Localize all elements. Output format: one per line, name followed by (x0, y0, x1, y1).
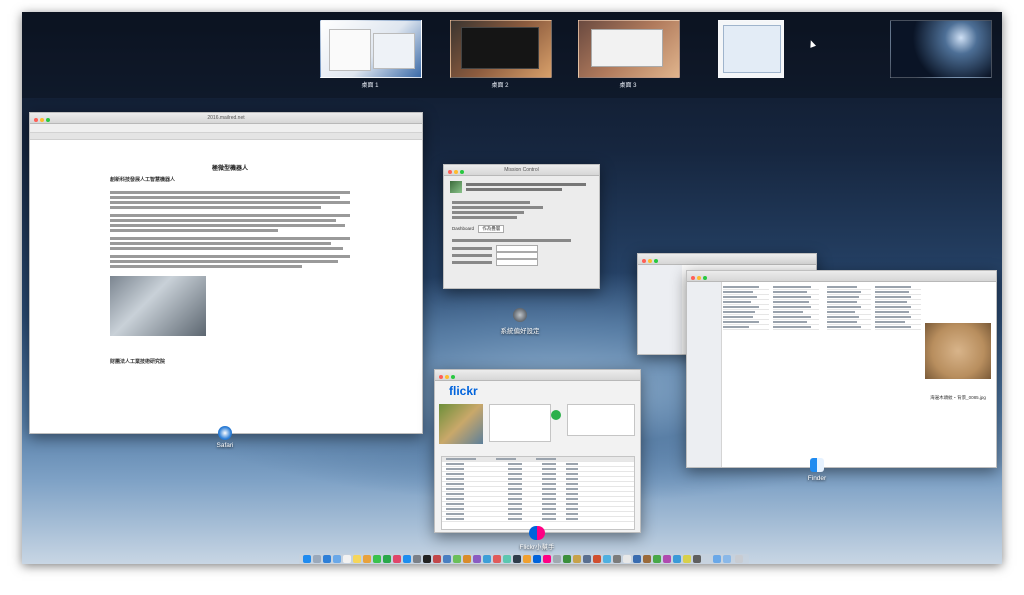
mouse-pointer-icon (807, 39, 817, 48)
dock-notes-icon[interactable] (353, 555, 361, 563)
dock-app-icon[interactable] (623, 555, 631, 563)
system-preferences-window[interactable]: Mission Control Dashboard 作為疊層 (443, 164, 600, 289)
flickr-upload-button[interactable] (551, 410, 561, 420)
dock-app-icon[interactable] (683, 555, 691, 563)
dock-app-icon[interactable] (513, 555, 521, 563)
dock-app-icon[interactable] (543, 555, 551, 563)
dock-app-icon[interactable] (603, 555, 611, 563)
dock-app-icon[interactable] (553, 555, 561, 563)
flickr-uploader-window[interactable]: flickr (434, 369, 641, 533)
dock-app-icon[interactable] (483, 555, 491, 563)
dock-app-icon[interactable] (453, 555, 461, 563)
finder-column-2 (773, 285, 819, 330)
dashboard-space-thumbnail[interactable] (890, 20, 992, 78)
space-2-label: 桌面 2 (491, 83, 509, 89)
dock-app-icon[interactable] (433, 555, 441, 563)
safari-app-icon[interactable] (218, 426, 232, 440)
finder-sidebar (687, 282, 722, 467)
space-1-label: 桌面 1 (361, 83, 379, 89)
dock-app-icon[interactable] (663, 555, 671, 563)
safari-tabbar (30, 133, 422, 140)
dock-messages-icon[interactable] (373, 555, 381, 563)
dashboard-select[interactable]: 作為疊層 (478, 225, 505, 233)
dock-app-icon[interactable] (463, 555, 471, 563)
dock-downloads-icon[interactable] (713, 555, 721, 563)
dock-app-icon[interactable] (593, 555, 601, 563)
dock-app-icon[interactable] (503, 555, 511, 563)
flickr-titlebar (435, 370, 640, 381)
article-footer: 財團法人工業技術研究院 (110, 359, 166, 365)
dock-app-icon[interactable] (533, 555, 541, 563)
dock-app-icon[interactable] (653, 555, 661, 563)
safari-window-title: 2016.mailred.net (207, 115, 245, 121)
system-preferences-app-label: 系統偏好設定 (500, 328, 540, 335)
dock-safari-icon[interactable] (323, 555, 331, 563)
dock (299, 554, 749, 564)
finder-column-1 (723, 285, 769, 330)
spaces-bar: 桌面 1 桌面 2 桌面 3 (22, 12, 1002, 98)
finder-app-label: Finder (807, 475, 827, 482)
flickr-file-table[interactable] (441, 456, 635, 530)
space-3-label: 桌面 3 (619, 83, 637, 89)
article-subheading: 創新科技發展人工智慧機器人 (110, 177, 176, 183)
dock-finder-icon[interactable] (303, 555, 311, 563)
system-preferences-app-icon[interactable] (513, 308, 527, 322)
flickr-app-icon[interactable] (529, 526, 545, 540)
dock-facetime-icon[interactable] (383, 555, 391, 563)
finder-column-3 (827, 285, 871, 330)
finder-column-4 (875, 285, 921, 330)
finder-window[interactable]: 海邊木頭紋・背景_0085.jpg (686, 270, 997, 468)
flickr-logo: flickr (449, 384, 478, 398)
space-4-thumbnail[interactable] (718, 20, 784, 78)
dock-music-icon[interactable] (393, 555, 401, 563)
finder-titlebar (687, 271, 996, 282)
dock-app-icon[interactable] (573, 555, 581, 563)
article-content: 極微型機器人 創新科技發展人工智慧機器人 財團法人工業技術研究院 (110, 163, 350, 365)
flickr-app-label: Flickr小幫手 (519, 544, 555, 551)
dock-app-icon[interactable] (563, 555, 571, 563)
dock-mail-icon[interactable] (333, 555, 341, 563)
dock-trash-icon[interactable] (735, 555, 743, 563)
dock-app-icon[interactable] (673, 555, 681, 563)
desktop-screen: 桌面 1 桌面 2 桌面 3 2016.mailred.net 極微型機器人 創… (22, 12, 1002, 564)
system-prefs-titlebar: Mission Control (444, 165, 599, 176)
dock-calendar-icon[interactable] (343, 555, 351, 563)
finder-back-titlebar (638, 254, 816, 265)
dock-app-icon[interactable] (443, 555, 451, 563)
safari-window[interactable]: 2016.mailred.net 極微型機器人 創新科技發展人工智慧機器人 財團… (29, 112, 423, 434)
dock-app-icon[interactable] (493, 555, 501, 563)
dock-preferences-icon[interactable] (413, 555, 421, 563)
dock-app-icon[interactable] (523, 555, 531, 563)
dock-documents-icon[interactable] (723, 555, 731, 563)
mission-control-icon (450, 181, 462, 193)
safari-toolbar (30, 124, 422, 133)
dashboard-label: Dashboard (452, 226, 475, 231)
dock-app-icon[interactable] (583, 555, 591, 563)
safari-app-label: Safari (216, 442, 234, 449)
dock-launchpad-icon[interactable] (313, 555, 321, 563)
space-1-thumbnail[interactable] (320, 20, 422, 78)
finder-preview-image (925, 323, 991, 379)
dock-app-icon[interactable] (633, 555, 641, 563)
dock-app-icon[interactable] (613, 555, 621, 563)
dock-appstore-icon[interactable] (403, 555, 411, 563)
space-2-thumbnail[interactable] (450, 20, 552, 78)
dock-app-icon[interactable] (643, 555, 651, 563)
dock-app-icon[interactable] (473, 555, 481, 563)
dock-app-icon[interactable] (693, 555, 701, 563)
article-heading: 極微型機器人 (211, 166, 248, 172)
safari-titlebar: 2016.mailred.net (30, 113, 422, 124)
dock-terminal-icon[interactable] (423, 555, 431, 563)
finder-preview-caption: 海邊木頭紋・背景_0085.jpg (930, 395, 986, 400)
space-3-thumbnail[interactable] (578, 20, 680, 78)
article-video-thumbnail[interactable] (110, 276, 206, 336)
finder-app-icon[interactable] (810, 458, 824, 472)
dock-photos-icon[interactable] (363, 555, 371, 563)
flickr-photo-preview (439, 404, 483, 444)
system-prefs-window-title: Mission Control (504, 167, 539, 173)
